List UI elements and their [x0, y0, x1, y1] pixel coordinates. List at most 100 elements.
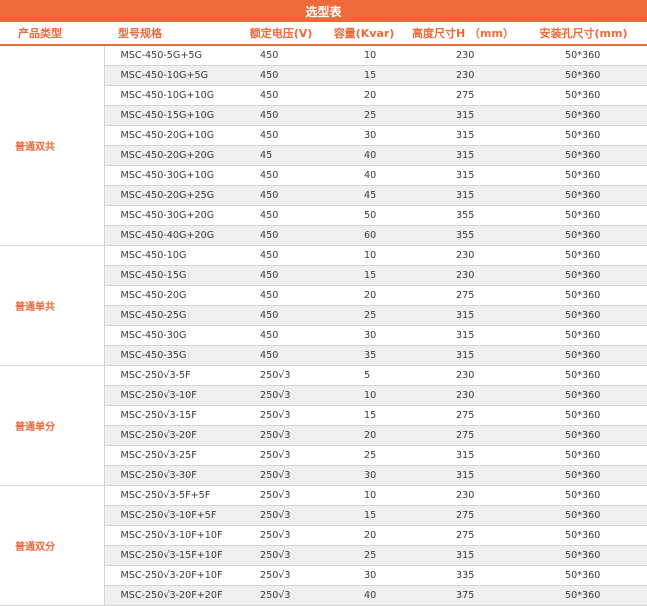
voltage-cell: 450 — [240, 125, 322, 146]
mount-hole-cell: 50*360 — [520, 85, 647, 106]
mount-hole-cell: 50*360 — [520, 245, 647, 266]
mount-hole-cell: 50*360 — [520, 565, 647, 586]
voltage-cell: 450 — [240, 245, 322, 266]
voltage-cell: 450 — [240, 45, 322, 66]
model-cell: MSC-450-30G — [104, 325, 240, 346]
height-cell: 315 — [406, 465, 520, 486]
capacity-cell: 30 — [322, 465, 406, 486]
voltage-cell: 250√3 — [240, 545, 322, 566]
mount-hole-cell: 50*360 — [520, 465, 647, 486]
model-cell: MSC-250√3-20F — [104, 425, 240, 446]
mount-hole-cell: 50*360 — [520, 265, 647, 286]
voltage-cell: 450 — [240, 85, 322, 106]
voltage-cell: 450 — [240, 345, 322, 366]
mount-hole-cell: 50*360 — [520, 365, 647, 386]
model-cell: MSC-450-10G — [104, 245, 240, 266]
model-cell: MSC-250√3-30F — [104, 465, 240, 486]
voltage-cell: 250√3 — [240, 585, 322, 606]
voltage-cell: 250√3 — [240, 385, 322, 406]
model-cell: MSC-450-20G — [104, 285, 240, 306]
model-cell: MSC-250√3-20F+20F — [104, 585, 240, 606]
model-cell: MSC-450-20G+25G — [104, 185, 240, 206]
mount-hole-cell: 50*360 — [520, 165, 647, 186]
capacity-cell: 40 — [322, 585, 406, 606]
voltage-cell: 450 — [240, 105, 322, 126]
capacity-cell: 25 — [322, 445, 406, 466]
selection-table: 产品类型 型号规格 额定电压(V) 容量(Kvar) 高度尺寸H （mm） 安装… — [0, 22, 647, 606]
voltage-cell: 250√3 — [240, 525, 322, 546]
header-model: 型号规格 — [104, 22, 240, 46]
capacity-cell: 15 — [322, 405, 406, 426]
capacity-cell: 50 — [322, 205, 406, 226]
height-cell: 355 — [406, 205, 520, 226]
model-cell: MSC-450-15G — [104, 265, 240, 286]
model-cell: MSC-250√3-10F+10F — [104, 525, 240, 546]
voltage-cell: 250√3 — [240, 445, 322, 466]
height-cell: 375 — [406, 585, 520, 606]
capacity-cell: 20 — [322, 285, 406, 306]
table-row: 普通双共 MSC-450-5G+5G 450 10 230 50*360 — [0, 45, 647, 246]
height-cell: 275 — [406, 525, 520, 546]
mount-hole-cell: 50*360 — [520, 45, 647, 66]
model-cell: MSC-450-10G+10G — [104, 85, 240, 106]
capacity-cell: 25 — [322, 305, 406, 326]
voltage-cell: 450 — [240, 205, 322, 226]
voltage-cell: 450 — [240, 225, 322, 246]
height-cell: 315 — [406, 545, 520, 566]
height-cell: 230 — [406, 265, 520, 286]
mount-hole-cell: 50*360 — [520, 345, 647, 366]
voltage-cell: 45 — [240, 145, 322, 166]
capacity-cell: 20 — [322, 425, 406, 446]
voltage-cell: 250√3 — [240, 485, 322, 506]
model-cell: MSC-450-20G+10G — [104, 125, 240, 146]
header-height: 高度尺寸H （mm） — [406, 22, 520, 46]
voltage-cell: 250√3 — [240, 565, 322, 586]
model-cell: MSC-450-5G+5G — [104, 45, 240, 66]
table-title: 选型表 — [0, 0, 647, 22]
model-cell: MSC-250√3-10F+5F — [104, 505, 240, 526]
height-cell: 230 — [406, 485, 520, 506]
model-cell: MSC-450-25G — [104, 305, 240, 326]
product-type-cell: 普通双共 — [0, 45, 105, 246]
mount-hole-cell: 50*360 — [520, 145, 647, 166]
model-cell: MSC-450-40G+20G — [104, 225, 240, 246]
model-cell: MSC-250√3-5F — [104, 365, 240, 386]
header-row: 产品类型 型号规格 额定电压(V) 容量(Kvar) 高度尺寸H （mm） 安装… — [0, 22, 647, 46]
height-cell: 315 — [406, 125, 520, 146]
voltage-cell: 450 — [240, 285, 322, 306]
model-cell: MSC-250√3-15F+10F — [104, 545, 240, 566]
model-cell: MSC-250√3-5F+5F — [104, 485, 240, 506]
mount-hole-cell: 50*360 — [520, 325, 647, 346]
capacity-cell: 30 — [322, 565, 406, 586]
header-capacity: 容量(Kvar) — [322, 22, 406, 46]
mount-hole-cell: 50*360 — [520, 205, 647, 226]
capacity-cell: 10 — [322, 245, 406, 266]
capacity-cell: 45 — [322, 185, 406, 206]
height-cell: 275 — [406, 285, 520, 306]
height-cell: 315 — [406, 305, 520, 326]
model-cell: MSC-250√3-10F — [104, 385, 240, 406]
model-cell: MSC-250√3-20F+10F — [104, 565, 240, 586]
model-cell: MSC-450-15G+10G — [104, 105, 240, 126]
voltage-cell: 250√3 — [240, 465, 322, 486]
mount-hole-cell: 50*360 — [520, 425, 647, 446]
height-cell: 230 — [406, 245, 520, 266]
capacity-cell: 20 — [322, 85, 406, 106]
model-cell: MSC-450-30G+10G — [104, 165, 240, 186]
capacity-cell: 25 — [322, 105, 406, 126]
capacity-cell: 10 — [322, 485, 406, 506]
selection-table-sheet: 选型表 产品类型 型号规格 额定电压(V) 容量(Kvar) 高度尺寸H （mm… — [0, 0, 647, 606]
voltage-cell: 450 — [240, 265, 322, 286]
capacity-cell: 20 — [322, 525, 406, 546]
height-cell: 355 — [406, 225, 520, 246]
mount-hole-cell: 50*360 — [520, 65, 647, 86]
height-cell: 275 — [406, 425, 520, 446]
height-cell: 230 — [406, 65, 520, 86]
mount-hole-cell: 50*360 — [520, 545, 647, 566]
capacity-cell: 35 — [322, 345, 406, 366]
voltage-cell: 250√3 — [240, 365, 322, 386]
model-cell: MSC-450-20G+20G — [104, 145, 240, 166]
mount-hole-cell: 50*360 — [520, 305, 647, 326]
product-type-cell: 普通单共 — [0, 245, 105, 366]
capacity-cell: 15 — [322, 505, 406, 526]
